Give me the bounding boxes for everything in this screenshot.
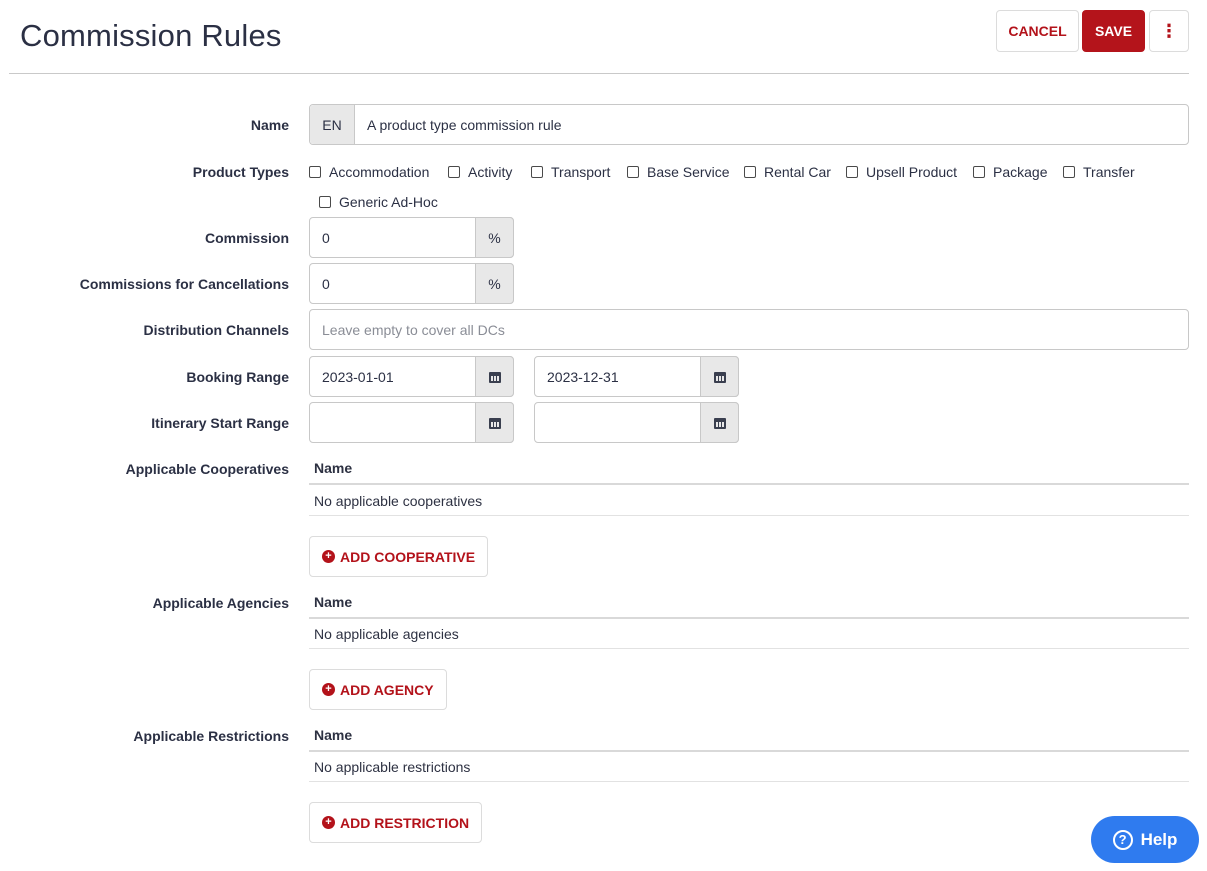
help-button[interactable]: ? Help bbox=[1091, 816, 1199, 863]
booking-range-to-value[interactable]: 2023-12-31 bbox=[547, 369, 619, 385]
commission-label: Commission bbox=[204, 230, 289, 246]
booking-range-from-input[interactable]: 2023-01-01 bbox=[309, 356, 514, 397]
booking-range-to-input[interactable]: 2023-12-31 bbox=[534, 356, 739, 397]
calendar-icon[interactable] bbox=[475, 402, 514, 443]
checkbox-box[interactable] bbox=[531, 166, 543, 178]
more-options-icon[interactable]: ⋮ bbox=[1149, 10, 1189, 52]
cancellation-commission-label: Commissions for Cancellations bbox=[79, 276, 289, 292]
checkbox-box[interactable] bbox=[973, 166, 985, 178]
checkbox-rental-car[interactable]: Rental Car bbox=[744, 164, 831, 180]
help-label: Help bbox=[1140, 829, 1178, 849]
name-field[interactable]: EN A product type commission rule bbox=[309, 104, 1189, 145]
checkbox-box[interactable] bbox=[319, 196, 331, 208]
product-types-label: Product Types bbox=[192, 164, 289, 180]
checkbox-box[interactable] bbox=[627, 166, 639, 178]
distribution-channels-placeholder: Leave empty to cover all DCs bbox=[322, 321, 505, 338]
add-agency-button[interactable]: + ADD AGENCY bbox=[309, 669, 447, 710]
percent-addon: % bbox=[475, 263, 514, 304]
restrictions-empty-row: No applicable restrictions bbox=[309, 752, 1189, 782]
itinerary-range-label: Itinerary Start Range bbox=[151, 415, 289, 431]
calendar-icon[interactable] bbox=[700, 402, 739, 443]
booking-range-label: Booking Range bbox=[186, 369, 289, 385]
booking-range-from-value[interactable]: 2023-01-01 bbox=[322, 369, 394, 385]
page-title: Commission Rules bbox=[20, 18, 282, 53]
distribution-channels-label: Distribution Channels bbox=[143, 322, 289, 338]
page-header: Commission Rules CANCEL SAVE ⋮ bbox=[9, 0, 1189, 74]
checkbox-accommodation[interactable]: Accommodation bbox=[309, 164, 429, 180]
calendar-icon[interactable] bbox=[700, 356, 739, 397]
add-cooperative-button[interactable]: + ADD COOPERATIVE bbox=[309, 536, 489, 577]
distribution-channels-input[interactable]: Leave empty to cover all DCs bbox=[309, 309, 1189, 350]
cancellation-commission-input[interactable]: 0 % bbox=[309, 263, 514, 304]
itinerary-range-from-input[interactable] bbox=[309, 402, 514, 443]
restrictions-table-header: Name bbox=[309, 720, 1189, 752]
checkbox-generic-ad-hoc[interactable]: Generic Ad-Hoc bbox=[319, 194, 438, 210]
commission-value[interactable]: 0 bbox=[322, 230, 330, 246]
checkbox-transport[interactable]: Transport bbox=[531, 164, 610, 180]
plus-circle-icon: + bbox=[322, 816, 335, 829]
add-restriction-label: ADD RESTRICTION bbox=[340, 814, 470, 831]
question-circle-icon: ? bbox=[1112, 829, 1133, 850]
checkbox-box[interactable] bbox=[846, 166, 858, 178]
itinerary-range-to-input[interactable] bbox=[534, 402, 739, 443]
name-value[interactable]: A product type commission rule bbox=[355, 117, 562, 133]
save-button[interactable]: SAVE bbox=[1082, 10, 1145, 52]
checkbox-box[interactable] bbox=[309, 166, 321, 178]
checkbox-box[interactable] bbox=[1063, 166, 1075, 178]
plus-circle-icon: + bbox=[322, 683, 335, 696]
add-agency-label: ADD AGENCY bbox=[340, 681, 434, 698]
percent-addon: % bbox=[475, 217, 514, 258]
language-badge[interactable]: EN bbox=[310, 105, 355, 144]
agencies-label: Applicable Agencies bbox=[152, 595, 289, 611]
name-label: Name bbox=[250, 117, 289, 133]
checkbox-box[interactable] bbox=[744, 166, 756, 178]
cancel-button[interactable]: CANCEL bbox=[996, 10, 1079, 52]
agencies-empty-row: No applicable agencies bbox=[309, 619, 1189, 649]
checkbox-base-service[interactable]: Base Service bbox=[627, 164, 729, 180]
checkbox-transfer[interactable]: Transfer bbox=[1063, 164, 1135, 180]
checkbox-activity[interactable]: Activity bbox=[448, 164, 512, 180]
restrictions-label: Applicable Restrictions bbox=[133, 728, 289, 744]
checkbox-box[interactable] bbox=[448, 166, 460, 178]
agencies-table-header: Name bbox=[309, 587, 1189, 619]
cooperatives-table-header: Name bbox=[309, 453, 1189, 485]
add-restriction-button[interactable]: + ADD RESTRICTION bbox=[309, 802, 483, 843]
cancellation-commission-value[interactable]: 0 bbox=[322, 276, 330, 292]
plus-circle-icon: + bbox=[322, 550, 335, 563]
checkbox-package[interactable]: Package bbox=[973, 164, 1047, 180]
checkbox-upsell-product[interactable]: Upsell Product bbox=[846, 164, 957, 180]
calendar-icon[interactable] bbox=[475, 356, 514, 397]
add-cooperative-label: ADD COOPERATIVE bbox=[340, 548, 476, 565]
cooperatives-label: Applicable Cooperatives bbox=[125, 461, 289, 477]
cooperatives-empty-row: No applicable cooperatives bbox=[309, 486, 1189, 516]
commission-input[interactable]: 0 % bbox=[309, 217, 514, 258]
